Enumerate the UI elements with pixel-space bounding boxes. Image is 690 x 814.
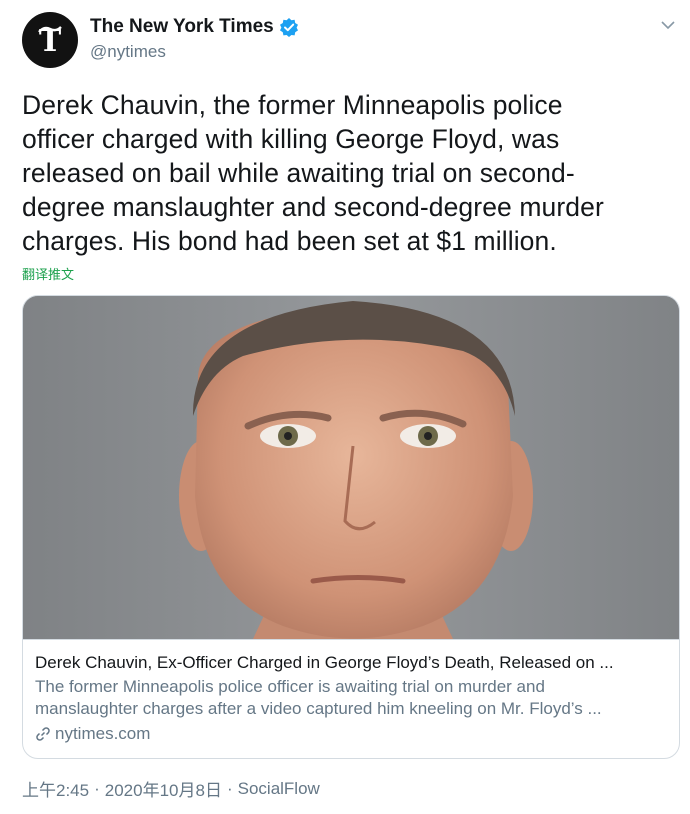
tweet-source[interactable]: SocialFlow — [238, 779, 320, 799]
card-domain[interactable]: nytimes.com — [35, 723, 150, 745]
tweet: T The New York Times @nytimes Derek Chau… — [0, 0, 690, 814]
link-card[interactable]: Derek Chauvin, Ex-Officer Charged in Geo… — [22, 295, 680, 759]
tweet-text-line: Derek Chauvin, the former Minneapolis po… — [22, 90, 563, 120]
translate-tweet-link[interactable]: 翻译推文 — [22, 264, 74, 283]
chevron-down-icon[interactable] — [660, 18, 676, 36]
tweet-text-line: officer charged with killing George Floy… — [22, 124, 560, 154]
nyt-logo-icon: T — [38, 24, 62, 59]
verified-badge-icon — [279, 17, 299, 37]
tweet-footer: 上午2:45 · 2020年10月8日 · SocialFlow — [22, 776, 320, 801]
card-image[interactable] — [23, 296, 679, 639]
card-description-line: The former Minneapolis police officer is… — [35, 677, 545, 696]
avatar[interactable]: T — [22, 12, 78, 68]
card-domain-text: nytimes.com — [55, 724, 151, 743]
name-row: The New York Times — [90, 16, 299, 38]
tweet-text-line: degree manslaughter and second-degree mu… — [22, 192, 604, 222]
display-name[interactable]: The New York Times — [90, 16, 274, 38]
card-meta[interactable]: Derek Chauvin, Ex-Officer Charged in Geo… — [23, 639, 679, 758]
tweet-text: Derek Chauvin, the former Minneapolis po… — [22, 88, 672, 258]
tweet-date[interactable]: 2020年10月8日 — [105, 776, 222, 801]
card-title[interactable]: Derek Chauvin, Ex-Officer Charged in Geo… — [35, 652, 665, 674]
card-description-line: manslaughter charges after a video captu… — [35, 699, 602, 718]
separator: · — [94, 778, 100, 798]
separator: · — [226, 778, 233, 798]
card-description: The former Minneapolis police officer is… — [35, 676, 665, 720]
link-icon — [35, 726, 51, 742]
tweet-time[interactable]: 上午2:45 — [22, 776, 89, 801]
tweet-text-line: charges. His bond had been set at $1 mil… — [22, 226, 557, 256]
handle[interactable]: @nytimes — [90, 42, 166, 62]
tweet-text-line: released on bail while awaiting trial on… — [22, 158, 575, 188]
